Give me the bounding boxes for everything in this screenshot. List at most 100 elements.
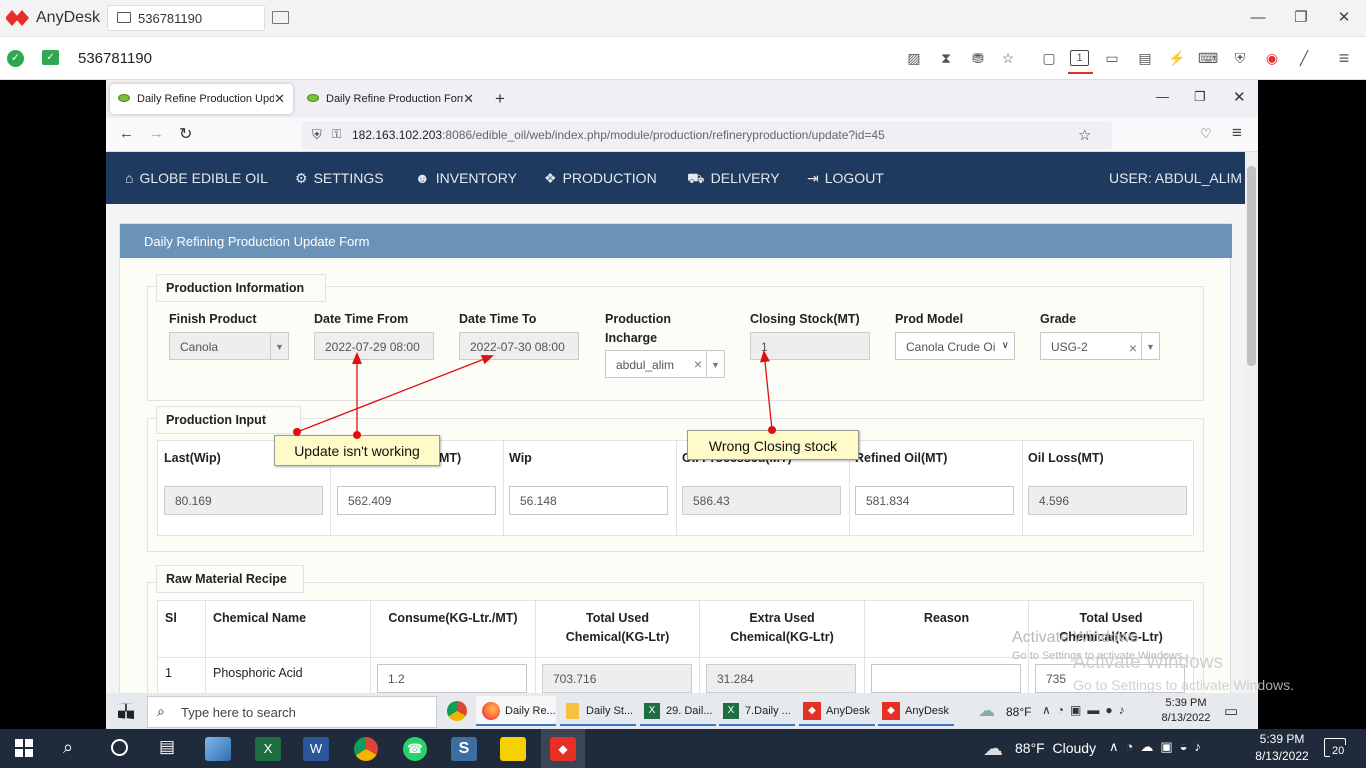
- reload-icon[interactable]: ↻: [179, 124, 192, 144]
- chrome-icon[interactable]: [447, 701, 467, 721]
- consume-input[interactable]: 1.2: [377, 664, 527, 693]
- col-total-used2-1: Total Used: [1079, 611, 1143, 625]
- monitor-select-icon[interactable]: 1: [1070, 50, 1089, 66]
- grade-select[interactable]: USG-2 × ▼: [1040, 332, 1160, 360]
- bookmark-star-icon[interactable]: ☆: [1078, 126, 1091, 144]
- chrome-icon[interactable]: [354, 737, 378, 761]
- keyboard-icon[interactable]: ⌨: [1198, 49, 1218, 67]
- shield-icon[interactable]: ⛨: [312, 127, 322, 143]
- total-used-input[interactable]: 703.716: [542, 664, 692, 693]
- oil-loss-input[interactable]: 4.596: [1028, 486, 1187, 515]
- ff-close-icon[interactable]: ✕: [1233, 88, 1246, 106]
- task-view-icon[interactable]: ▤: [159, 737, 175, 757]
- excel-icon[interactable]: X: [255, 737, 281, 761]
- word-icon[interactable]: W: [303, 737, 329, 761]
- anydesk-session-tab[interactable]: 536781190: [107, 5, 265, 31]
- tab-daily-refine-form[interactable]: Daily Refine Production Form ✕: [299, 84, 482, 114]
- windows-start-icon[interactable]: [15, 739, 33, 757]
- ff-minimize-icon[interactable]: —: [1156, 89, 1169, 104]
- firefox-icon: [482, 702, 500, 720]
- back-icon[interactable]: ←: [119, 125, 134, 142]
- closing-stock-input[interactable]: 1: [750, 332, 870, 360]
- reason-input[interactable]: [871, 664, 1021, 693]
- new-tab-icon[interactable]: +: [495, 89, 505, 109]
- finish-product-select[interactable]: Canola ▼: [169, 332, 289, 360]
- chat-icon[interactable]: ▤: [1135, 49, 1155, 67]
- nav-label: SETTINGS: [313, 170, 384, 186]
- database-icon[interactable]: ⛃: [968, 49, 988, 67]
- minimize-icon[interactable]: —: [1247, 8, 1269, 28]
- remote-task-explorer[interactable]: Daily St...: [560, 696, 636, 726]
- snipping-tool-icon[interactable]: [205, 737, 231, 761]
- clear-icon[interactable]: ×: [694, 356, 702, 372]
- remote-task-excel-2[interactable]: X 7.Daily ...: [719, 696, 795, 726]
- anydesk-icon[interactable]: ◆: [550, 737, 576, 761]
- nav-settings[interactable]: ⚙ SETTINGS: [295, 170, 384, 187]
- close-tab-icon[interactable]: ✕: [274, 91, 285, 107]
- remote-task-anydesk-1[interactable]: ◆ AnyDesk: [799, 696, 875, 726]
- sticky-notes-icon[interactable]: [500, 737, 526, 761]
- search-placeholder: Type here to search: [181, 705, 296, 720]
- incharge-select[interactable]: abdul_alim × ▼: [605, 350, 725, 378]
- extra-used-input[interactable]: 31.284: [706, 664, 856, 693]
- url-bar[interactable]: ⛨ ⚿ 182.163.102.203:8086/edible_oil/web/…: [302, 121, 1112, 149]
- forward-icon[interactable]: →: [149, 125, 164, 142]
- new-session-icon[interactable]: [272, 11, 289, 24]
- last-wip-input[interactable]: 80.169: [164, 486, 323, 515]
- record-icon[interactable]: ◉: [1262, 49, 1282, 67]
- page-scrollbar-thumb[interactable]: [1247, 166, 1256, 366]
- nav-label: INVENTORY: [435, 170, 517, 186]
- s-app-icon[interactable]: S: [451, 737, 477, 761]
- date-to-input[interactable]: 2022-07-30 08:00: [459, 332, 579, 360]
- anydesk-logo-icon: [6, 10, 29, 26]
- file-transfer-icon[interactable]: ▢: [1039, 49, 1059, 67]
- col-extra-used-2: Chemical(KG-Ltr): [730, 630, 834, 644]
- logout-icon: ⇥: [807, 170, 819, 186]
- favorite-icon[interactable]: ☆: [998, 49, 1018, 67]
- remote-task-anydesk-2[interactable]: ◆ AnyDesk: [878, 696, 954, 726]
- nav-home[interactable]: ⌂ GLOBE EDIBLE OIL: [125, 170, 268, 186]
- nav-production[interactable]: ❖ PRODUCTION: [544, 170, 657, 187]
- prod-model-select[interactable]: Canola Crude Oi ∨: [895, 332, 1015, 360]
- gears-icon: ⚙: [295, 170, 308, 186]
- remote-notification-icon[interactable]: ▭: [1224, 702, 1238, 720]
- nav-label: GLOBE EDIBLE OIL: [139, 170, 268, 186]
- ff-restore-icon[interactable]: ❐: [1194, 89, 1206, 105]
- remote-task-excel-1[interactable]: X 29. Dail...: [640, 696, 716, 726]
- privacy-icon[interactable]: ▨: [904, 49, 924, 67]
- pocket-icon[interactable]: ♡: [1200, 126, 1212, 142]
- search-icon[interactable]: ⌕: [63, 737, 73, 758]
- actions-icon[interactable]: ⚡: [1167, 49, 1187, 67]
- remote-tray-icons[interactable]: ∧◔▣▬●♪: [1042, 703, 1131, 717]
- restore-icon[interactable]: ❐: [1290, 8, 1312, 28]
- activate-windows-sub: Go to Settings to activate Windows.: [1073, 677, 1294, 693]
- remote-task-firefox[interactable]: Daily Re...: [476, 696, 556, 726]
- close-tab-icon[interactable]: ✕: [463, 91, 474, 107]
- crude-oil-input[interactable]: 562.409: [337, 486, 496, 515]
- cortana-icon[interactable]: [111, 739, 128, 756]
- tab-daily-refine-update[interactable]: Daily Refine Production Update ✕: [110, 84, 293, 114]
- date-from-input[interactable]: 2022-07-29 08:00: [314, 332, 434, 360]
- whatsapp-icon[interactable]: ☎: [403, 737, 427, 761]
- menu-icon[interactable]: ≡: [1334, 49, 1354, 67]
- form-title: Daily Refining Production Update Form: [144, 234, 370, 249]
- lock-warning-icon[interactable]: ⚿: [332, 127, 341, 142]
- chevron-down-icon: ∨: [1001, 340, 1009, 351]
- nav-delivery[interactable]: ⛟ DELIVERY: [687, 170, 780, 189]
- app-menu-icon[interactable]: ≡: [1232, 123, 1242, 143]
- oil-processed-input[interactable]: 586.43: [682, 486, 841, 515]
- wip-input[interactable]: 56.148: [509, 486, 668, 515]
- clear-icon[interactable]: ×: [1129, 340, 1137, 356]
- hourglass-icon[interactable]: ⧗: [936, 49, 956, 67]
- refined-oil-input[interactable]: 581.834: [855, 486, 1014, 515]
- remote-clock-time: 5:39 PM: [1165, 697, 1207, 709]
- nav-inventory[interactable]: ☻ INVENTORY: [415, 170, 517, 186]
- nav-logout[interactable]: ⇥ LOGOUT: [807, 170, 884, 187]
- display-icon[interactable]: ▭: [1102, 49, 1122, 67]
- draw-icon[interactable]: ╱: [1294, 49, 1314, 67]
- anydesk-title-bar: AnyDesk 536781190 — ❐ ✕: [0, 0, 1366, 37]
- permissions-icon[interactable]: ⛨: [1230, 49, 1250, 67]
- close-icon[interactable]: ✕: [1333, 8, 1355, 28]
- local-tray-icons[interactable]: ∧◔☁▣◒♪: [1109, 739, 1208, 755]
- remote-search-box[interactable]: ⌕ Type here to search: [147, 696, 437, 728]
